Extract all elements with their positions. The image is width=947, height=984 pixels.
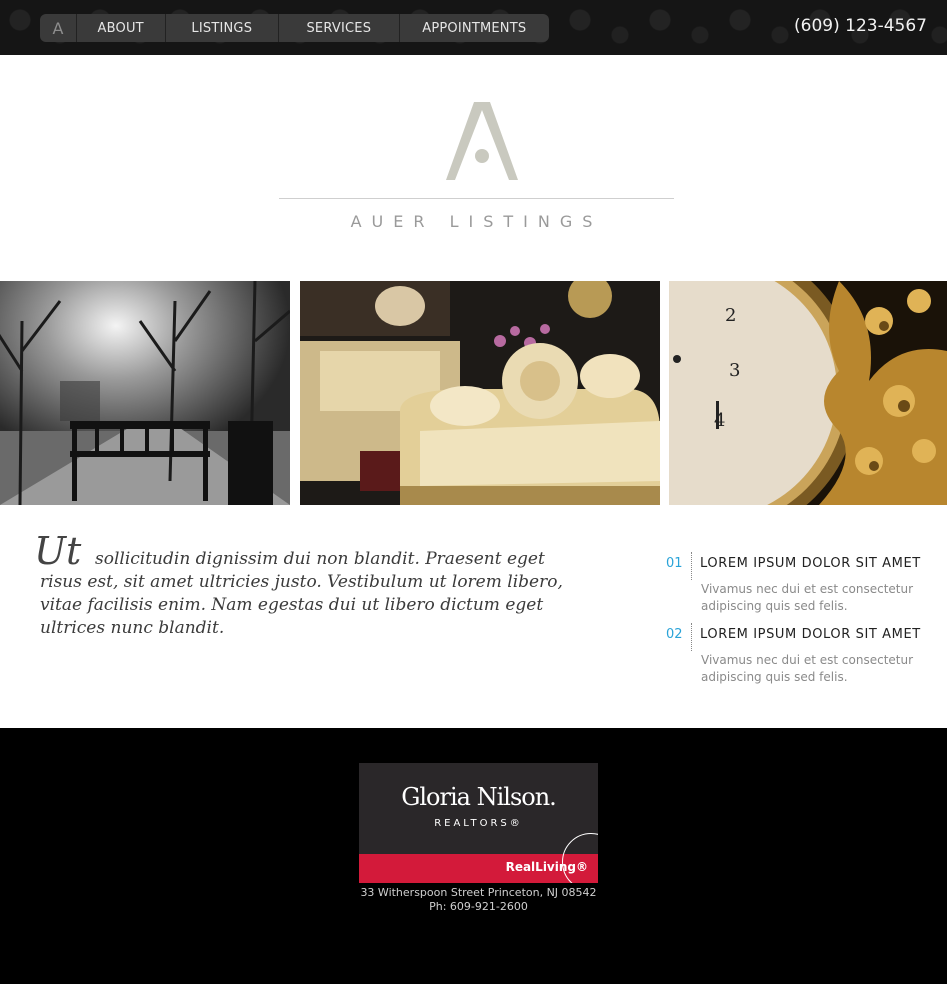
feature-divider xyxy=(691,623,693,651)
main-nav: A ABOUT LISTINGS SERVICES APPOINTMENTS xyxy=(40,14,549,42)
feature-text: Vivamus nec dui et est consectetur adipi… xyxy=(701,582,914,613)
top-bar: A ABOUT LISTINGS SERVICES APPOINTMENTS (… xyxy=(0,0,947,55)
nav-appointments[interactable]: APPOINTMENTS xyxy=(400,14,549,42)
nav-logo-link[interactable]: A xyxy=(40,14,77,42)
svg-text:4: 4 xyxy=(714,410,725,431)
feature-title[interactable]: LOREM IPSUM DOLOR SIT AMET xyxy=(700,556,921,571)
intro-paragraph: Ut sollicitudin dignissim dui non blandi… xyxy=(34,532,585,640)
nav-services[interactable]: SERVICES xyxy=(279,14,400,42)
feature-number: 02 xyxy=(666,627,683,642)
brand-divider xyxy=(279,198,674,199)
logo-name: Gloria Nilson. xyxy=(401,783,557,811)
brand-name: AUER LISTINGS xyxy=(350,212,603,231)
address-line: 33 Witherspoon Street Princeton, NJ 0854… xyxy=(360,886,597,899)
feature-divider xyxy=(691,552,693,580)
feature-text: Vivamus nec dui et est consectetur adipi… xyxy=(701,653,914,684)
svg-text:2: 2 xyxy=(725,305,736,326)
logo-brand: RealLiving® xyxy=(505,860,588,874)
svg-text:3: 3 xyxy=(729,360,740,381)
intro-dropcap: Ut xyxy=(34,529,82,573)
footer-address: 33 Witherspoon Street Princeton, NJ 0854… xyxy=(330,886,627,914)
header-phone: (609) 123-4567 xyxy=(794,16,927,36)
nav-listings[interactable]: LISTINGS xyxy=(166,14,280,42)
intro-text: sollicitudin dignissim dui non blandit. … xyxy=(40,549,563,638)
feature-title[interactable]: LOREM IPSUM DOLOR SIT AMET xyxy=(700,627,921,642)
address-phone: Ph: 609-921-2600 xyxy=(429,900,528,913)
feature-number: 01 xyxy=(666,556,683,571)
nav-about[interactable]: ABOUT xyxy=(77,14,166,42)
brand-logo-icon xyxy=(446,102,518,180)
gallery-photo-sofa[interactable] xyxy=(300,281,660,505)
logo-subtitle: REALTORS® xyxy=(434,818,523,829)
gallery-photo-park[interactable] xyxy=(0,281,290,505)
logo-arc-icon xyxy=(562,833,598,883)
gallery-photo-clock[interactable]: 2 3 4 xyxy=(669,281,947,505)
realtor-logo[interactable]: Gloria Nilson. REALTORS® RealLiving® xyxy=(359,763,598,883)
